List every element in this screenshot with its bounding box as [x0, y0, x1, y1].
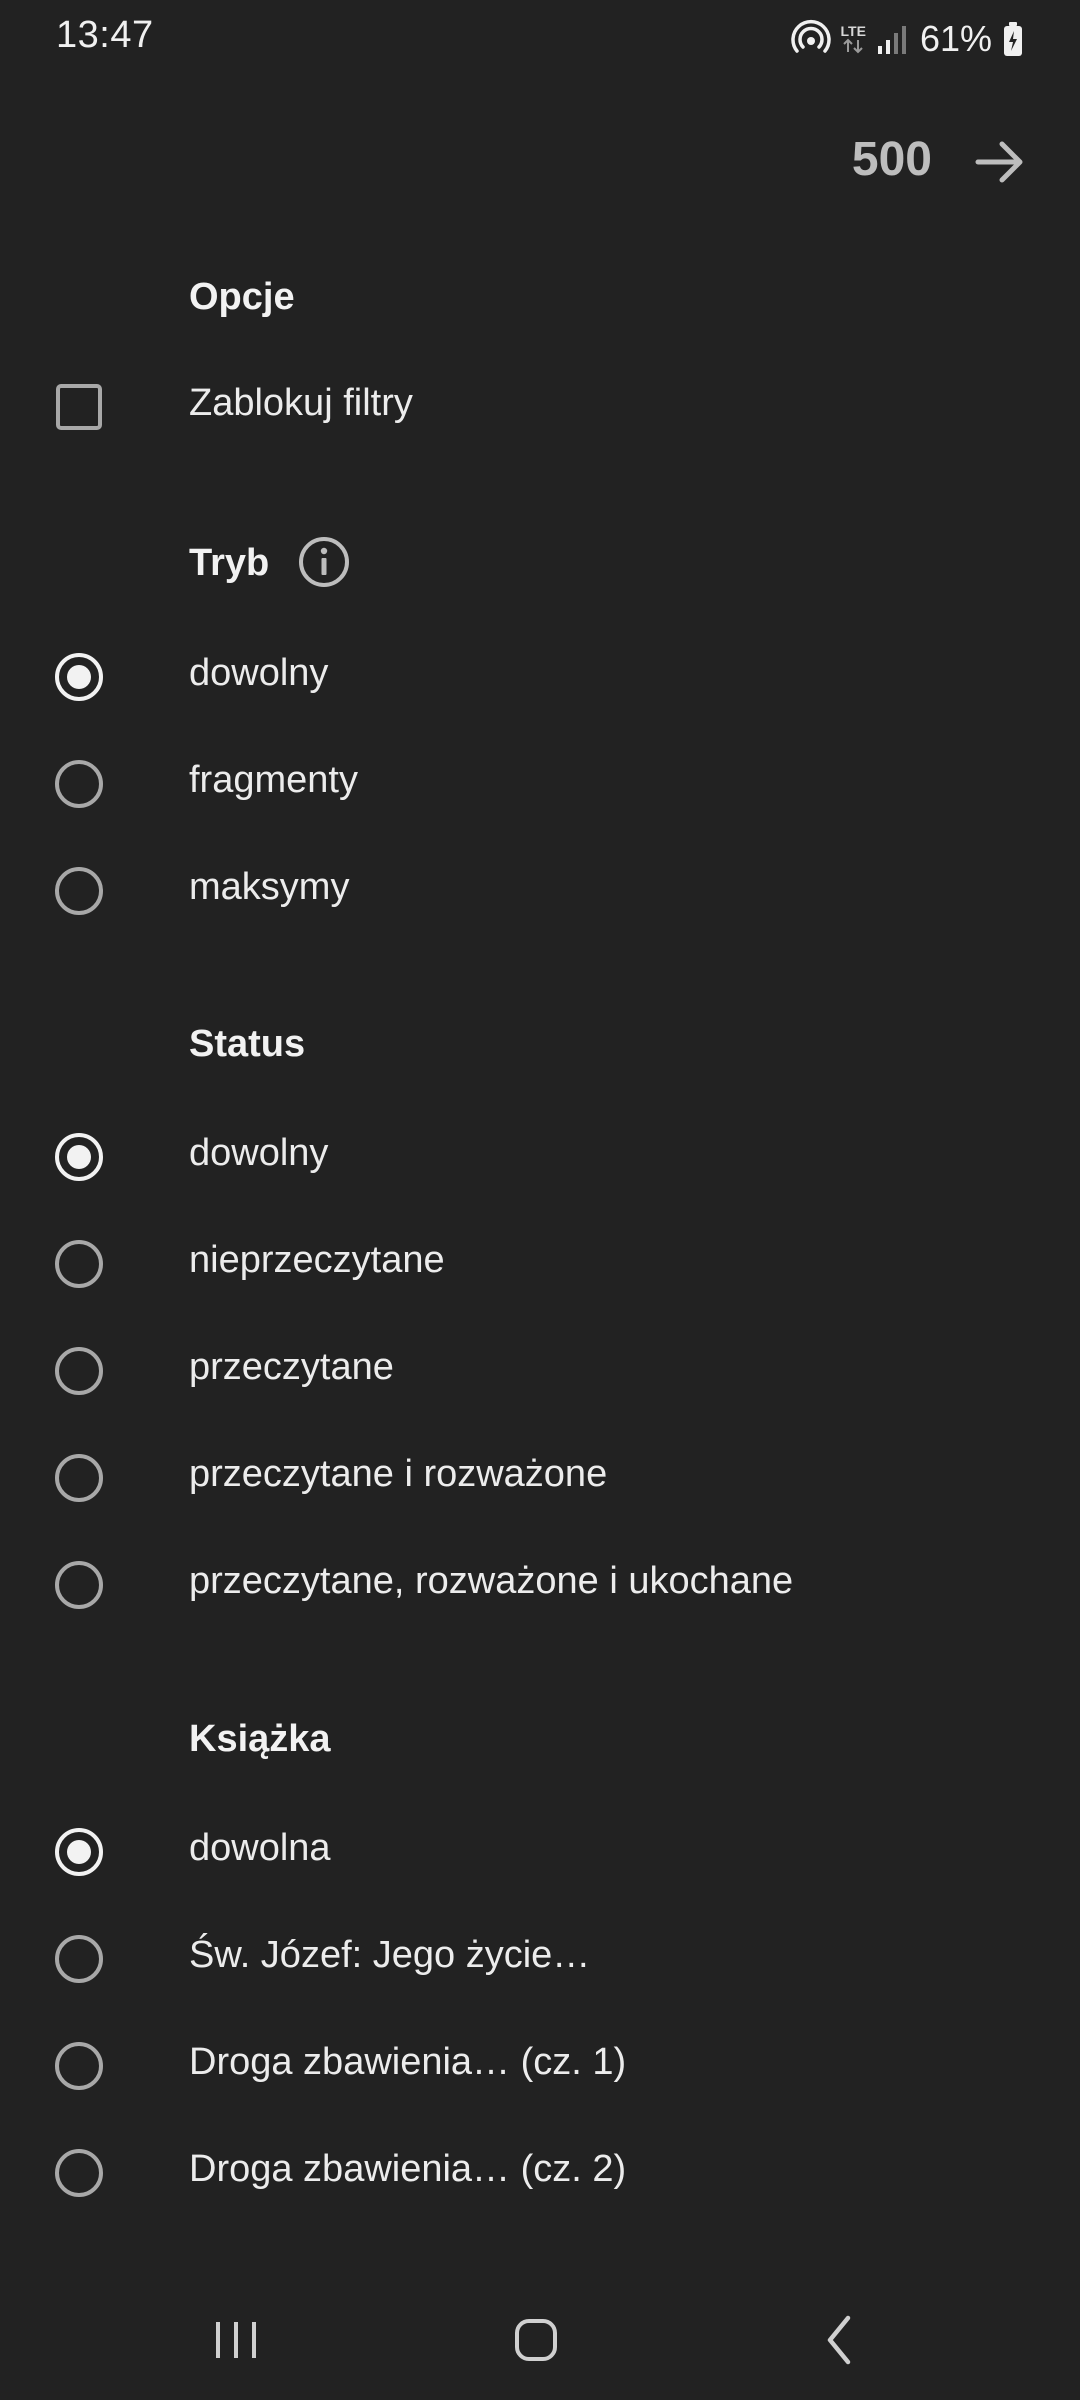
radio-row-status-read-considered[interactable]: przeczytane i rozważone	[0, 1429, 1080, 1525]
radio-label: przeczytane, rozważone i ukochane	[189, 1560, 794, 1602]
radio-row-status-any[interactable]: dowolny	[0, 1108, 1080, 1204]
radio-row-book-saint-joseph[interactable]: Św. Józef: Jego życie…	[0, 1910, 1080, 2006]
radio-unselected[interactable]	[54, 1239, 104, 1289]
section-title-mode: Tryb	[189, 542, 270, 584]
lte-label: LTE	[840, 23, 866, 39]
section-title-options: Opcje	[189, 276, 295, 318]
radio-row-mode-maxims[interactable]: maksymy	[0, 842, 1080, 938]
status-bar: 13:47 LTE 61%	[0, 0, 1080, 80]
radio-unselected[interactable]	[54, 1453, 104, 1503]
radio-label: dowolna	[189, 1827, 331, 1869]
radio-row-status-read[interactable]: przeczytane	[0, 1322, 1080, 1418]
data-arrows-icon	[843, 38, 863, 54]
radio-label: maksymy	[189, 866, 350, 908]
radio-label: Droga zbawienia… (cz. 2)	[189, 2148, 627, 2190]
section-title-status: Status	[189, 1023, 306, 1065]
top-bar: 500	[0, 110, 1080, 210]
status-icons: LTE 61%	[790, 14, 1024, 64]
hotspot-icon	[790, 20, 831, 53]
section-title-book: Książka	[189, 1718, 331, 1760]
signal-icon	[877, 26, 906, 54]
radio-row-book-any[interactable]: dowolna	[0, 1803, 1080, 1899]
checkbox-row-lock-filters[interactable]: Zablokuj filtry	[0, 358, 1080, 454]
radio-row-mode-any[interactable]: dowolny	[0, 628, 1080, 724]
radio-selected[interactable]	[54, 1132, 104, 1182]
radio-label: dowolny	[189, 1132, 329, 1174]
radio-unselected[interactable]	[54, 866, 104, 916]
radio-selected[interactable]	[54, 652, 104, 702]
status-time: 13:47	[56, 14, 154, 56]
battery-percent: 61%	[919, 18, 992, 59]
radio-label: przeczytane i rozważone	[189, 1453, 608, 1495]
radio-label: Droga zbawienia… (cz. 1)	[189, 2041, 627, 2083]
radio-row-book-way-of-salvation-2[interactable]: Droga zbawienia… (cz. 2)	[0, 2124, 1080, 2220]
radio-row-mode-fragments[interactable]: fragmenty	[0, 735, 1080, 831]
recents-icon[interactable]	[196, 2304, 276, 2376]
radio-label: fragmenty	[189, 759, 358, 801]
radio-label: nieprzeczytane	[189, 1239, 445, 1281]
back-icon[interactable]	[800, 2304, 880, 2376]
info-icon[interactable]	[296, 534, 352, 590]
result-count: 500	[851, 133, 932, 186]
navigation-bar	[0, 2280, 1080, 2400]
lte-indicator: LTE	[841, 24, 866, 54]
home-icon[interactable]	[496, 2304, 576, 2376]
radio-unselected[interactable]	[54, 1934, 104, 1984]
battery-charging-icon	[1004, 22, 1022, 56]
radio-row-book-way-of-salvation-1[interactable]: Droga zbawienia… (cz. 1)	[0, 2017, 1080, 2113]
radio-unselected[interactable]	[54, 1346, 104, 1396]
radio-label: dowolny	[189, 652, 329, 694]
radio-unselected[interactable]	[54, 759, 104, 809]
radio-label: Św. Józef: Jego życie…	[189, 1934, 591, 1976]
checkbox[interactable]	[54, 382, 104, 432]
radio-unselected[interactable]	[54, 1560, 104, 1610]
radio-unselected[interactable]	[54, 2148, 104, 2198]
radio-label: przeczytane	[189, 1346, 394, 1388]
radio-row-status-unread[interactable]: nieprzeczytane	[0, 1215, 1080, 1311]
radio-unselected[interactable]	[54, 2041, 104, 2091]
radio-selected[interactable]	[54, 1827, 104, 1877]
checkbox-label: Zablokuj filtry	[189, 382, 413, 424]
radio-row-status-read-considered-loved[interactable]: przeczytane, rozważone i ukochane	[0, 1536, 1080, 1632]
arrow-right-icon[interactable]	[968, 130, 1032, 194]
